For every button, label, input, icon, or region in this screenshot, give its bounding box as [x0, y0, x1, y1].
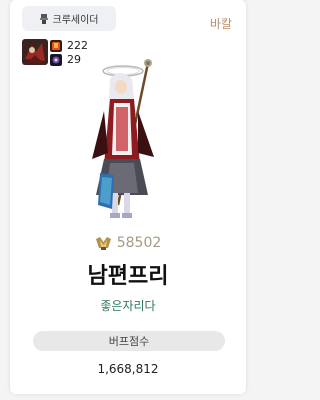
guild-name[interactable]: 좋은자리다: [10, 297, 246, 314]
character-card[interactable]: 크루세이더 바칼 222 29 58502 남편프리 좋은자리다 버프점수 1,…: [10, 0, 246, 394]
orange-item-icon: [50, 39, 62, 52]
avatar: [22, 39, 48, 65]
dark-item-icon: [50, 53, 62, 66]
fame-row: 58502: [10, 235, 246, 251]
character-name[interactable]: 남편프리: [10, 258, 246, 290]
fame-badge-icon: [95, 237, 111, 250]
job-chip[interactable]: 크루세이더: [22, 6, 116, 31]
job-label: 크루세이더: [52, 15, 99, 26]
fame-value: 58502: [116, 235, 162, 251]
crusader-icon: [39, 13, 48, 24]
stat-row-1: 222: [50, 39, 88, 52]
server-name: 바칼: [209, 17, 232, 31]
character-sprite: [92, 59, 154, 218]
buff-score-value: 1,668,812: [97, 362, 159, 376]
buff-score-label: 버프점수: [33, 331, 225, 351]
stat-value: 222: [67, 39, 88, 52]
